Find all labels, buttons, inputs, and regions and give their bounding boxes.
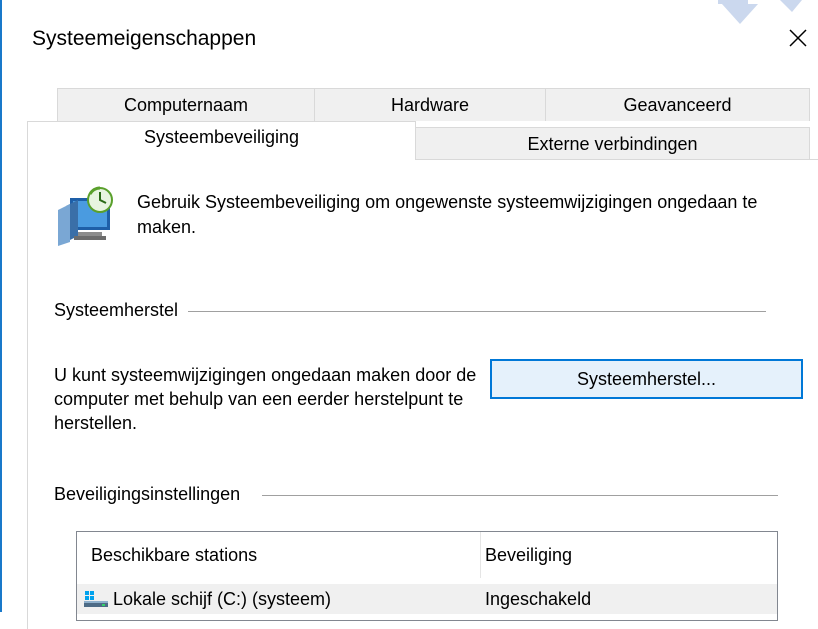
- column-separator: [480, 532, 481, 578]
- restore-description: U kunt systeemwijzigingen ongedaan maken…: [54, 365, 477, 433]
- close-button[interactable]: [782, 22, 814, 54]
- column-header-beveiliging[interactable]: Beveiliging: [485, 532, 572, 578]
- tab-label: Externe verbindingen: [527, 133, 698, 154]
- intro-text: Gebruik Systeembeveiliging om ongewenste…: [137, 192, 758, 237]
- tab-geavanceerd[interactable]: Geavanceerd: [545, 88, 810, 121]
- tab-label: Systeembeveiliging: [143, 126, 300, 147]
- tab-systeembeveiliging[interactable]: Systeembeveiliging: [27, 121, 416, 160]
- drive-cell: Lokale schijf (C:) (systeem): [83, 584, 331, 614]
- column-header-stations[interactable]: Beschikbare stations: [91, 532, 257, 578]
- tab-label: Computernaam: [123, 94, 249, 115]
- tab-label: Geavanceerd: [623, 94, 732, 115]
- list-header: Beschikbare stations Beveiliging: [77, 532, 777, 578]
- drive-name: Lokale schijf (C:) (systeem): [113, 588, 332, 609]
- status-cell: Ingeschakeld: [485, 584, 591, 614]
- group-header-beveiligingsinstellingen: Beveiligingsinstellingen: [54, 484, 263, 505]
- system-restore-button[interactable]: Systeemherstel...: [490, 359, 803, 399]
- hard-drive-icon: [84, 591, 108, 607]
- window-title: Systeemeigenschappen: [32, 27, 257, 50]
- tab-externe-verbindingen[interactable]: Externe verbindingen: [415, 127, 810, 160]
- drive-list[interactable]: Beschikbare stations Beveiliging Lokale …: [76, 531, 778, 621]
- system-protection-icon: [58, 186, 113, 246]
- group-header-systeemherstel: Systeemherstel: [54, 300, 189, 321]
- tab-computernaam[interactable]: Computernaam: [57, 88, 315, 121]
- protection-status: Ingeschakeld: [485, 588, 592, 609]
- column-header-label: Beveiliging: [485, 544, 573, 565]
- tab-hardware[interactable]: Hardware: [314, 88, 546, 121]
- column-header-label: Beschikbare stations: [91, 544, 258, 565]
- window-left-border: [0, 0, 2, 612]
- tab-label: Hardware: [390, 94, 470, 115]
- close-icon: [789, 29, 807, 47]
- button-label: Systeemherstel...: [576, 368, 717, 389]
- table-row[interactable]: Lokale schijf (C:) (systeem) Ingeschakel…: [77, 584, 777, 614]
